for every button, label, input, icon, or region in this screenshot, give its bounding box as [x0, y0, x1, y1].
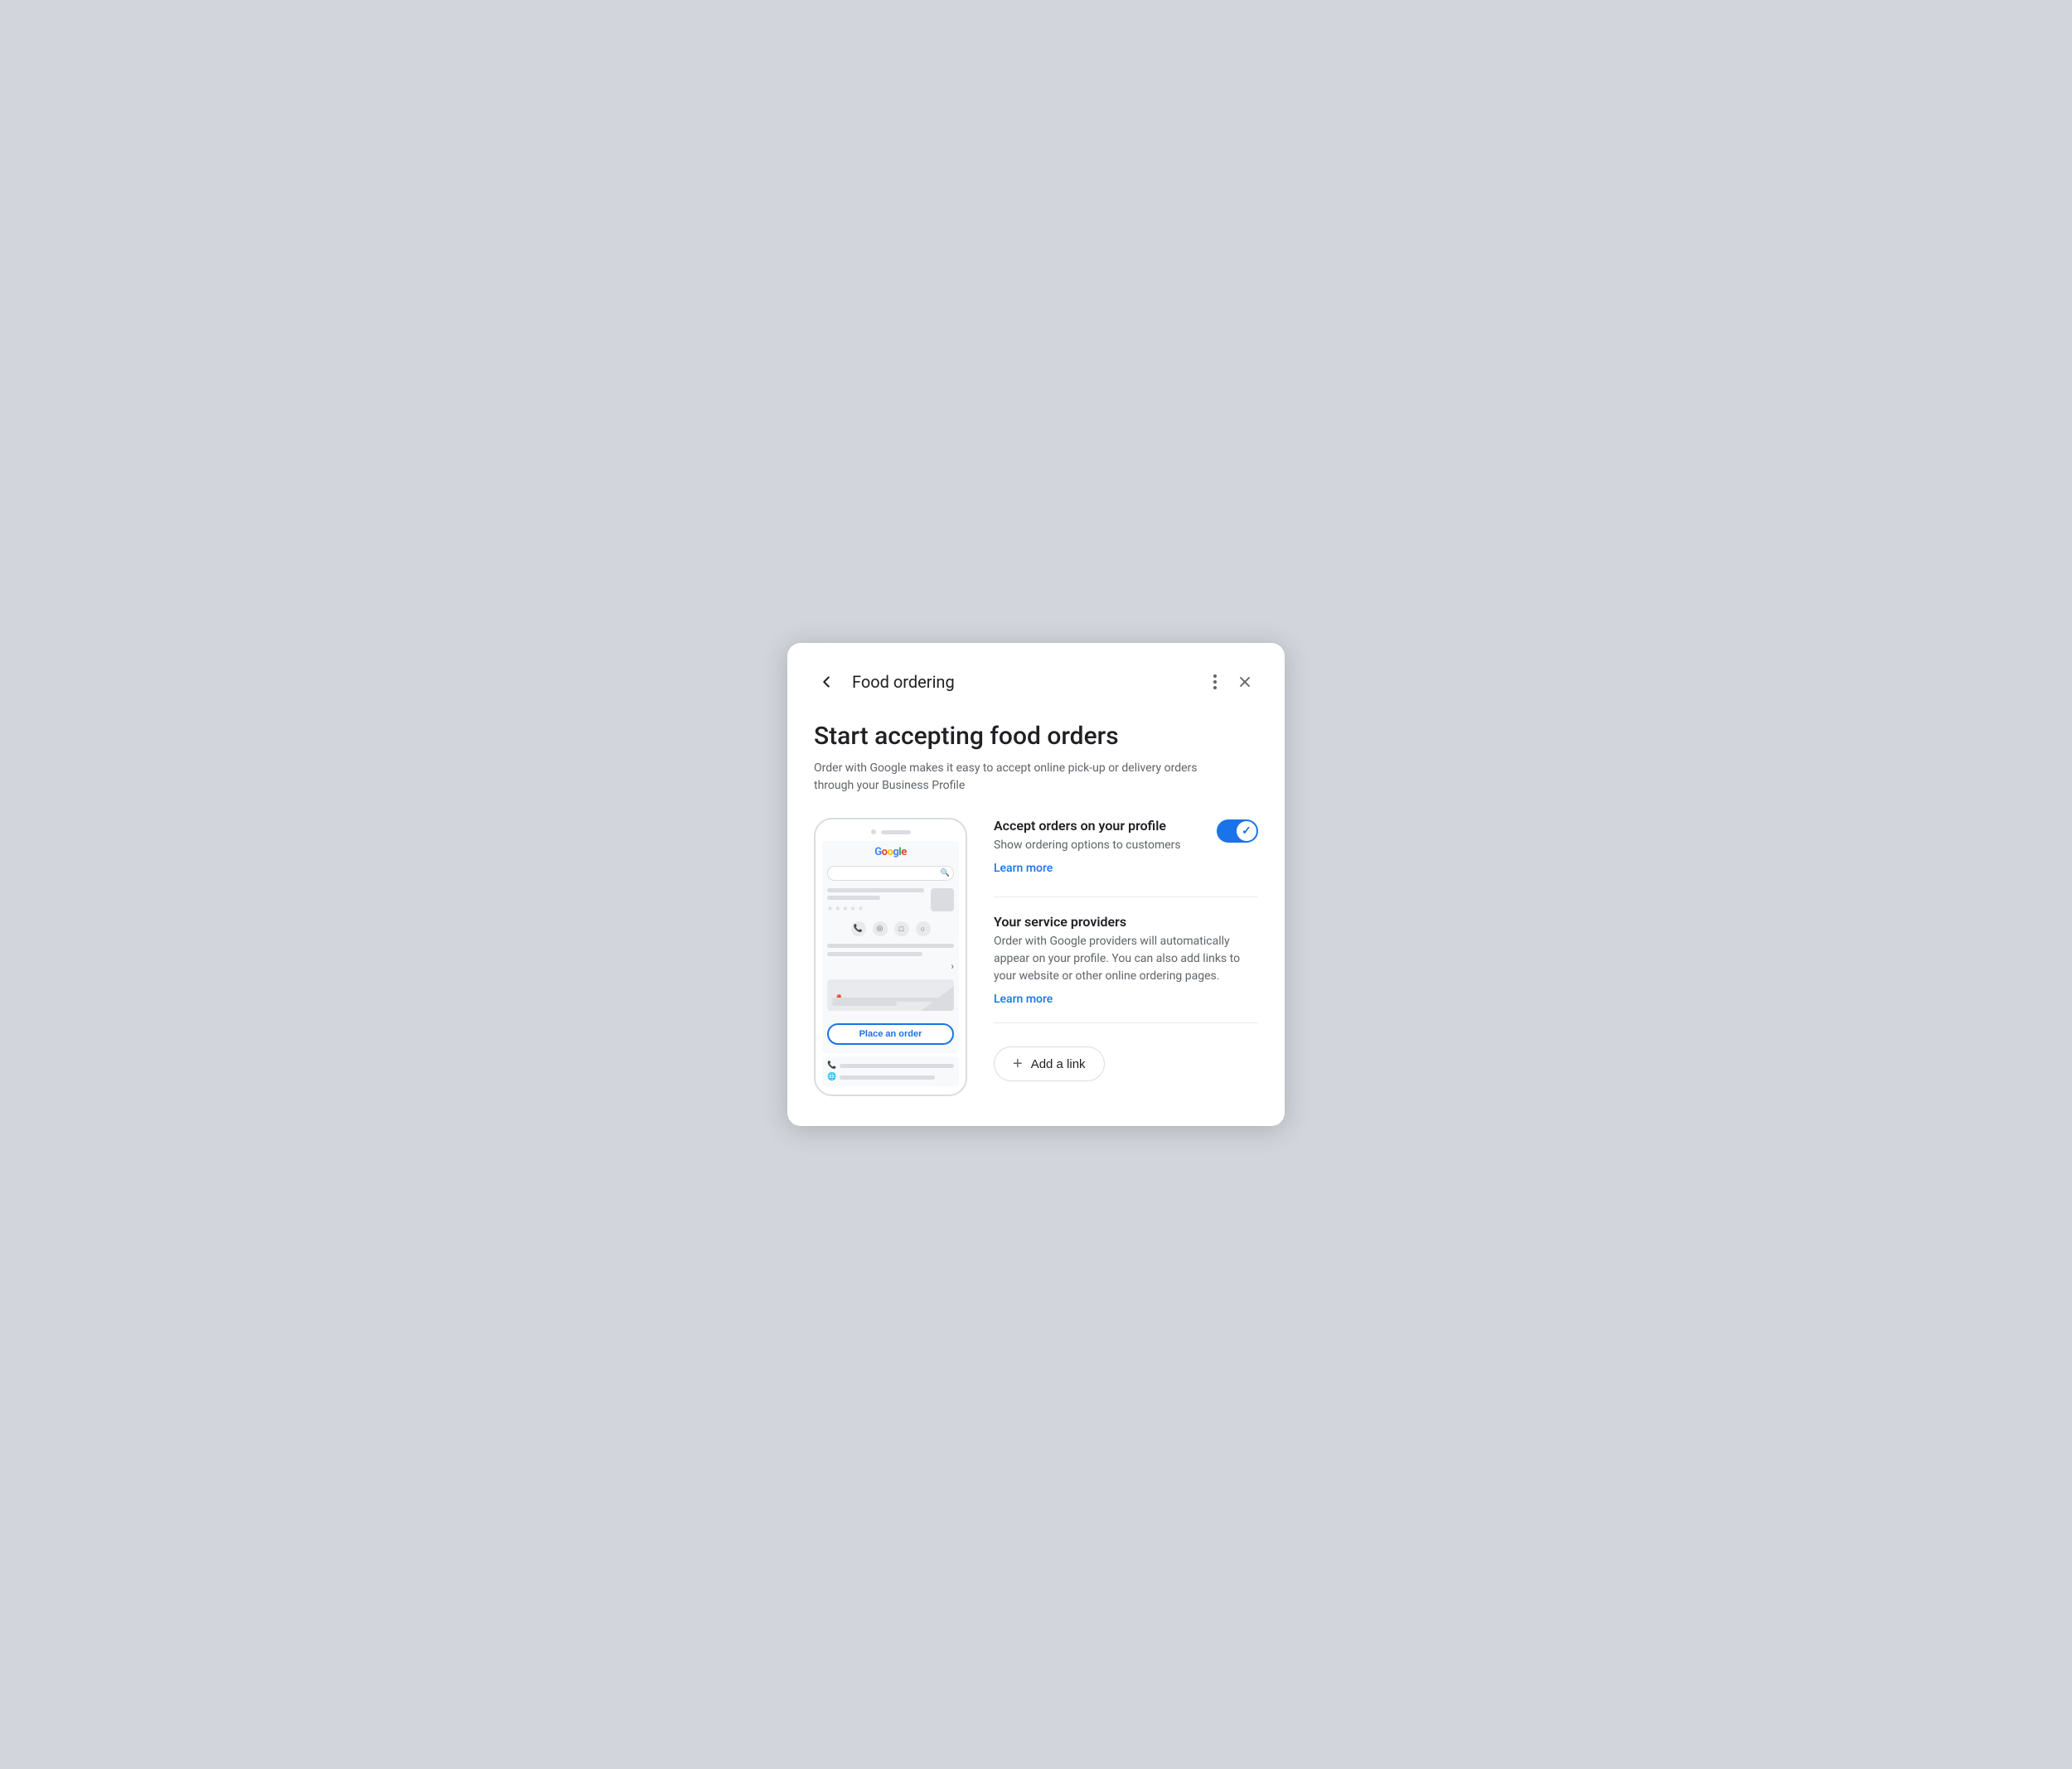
accept-orders-header: Accept orders on your profile Show order…: [994, 818, 1258, 875]
modal-container: Food ordering Start: [787, 643, 1285, 1127]
accept-orders-title: Accept orders on your profile: [994, 818, 1181, 834]
bottom-line-1: [840, 1064, 954, 1068]
hero-subtitle: Order with Google makes it easy to accep…: [814, 760, 1228, 795]
phone-screen: Google 🔍 ★ ★ ★: [822, 841, 959, 1053]
phone-speaker-bar: [881, 830, 911, 834]
add-link-label: Add a link: [1031, 1057, 1086, 1071]
accept-orders-learn-more[interactable]: Learn more: [994, 862, 1053, 875]
content-area: Google 🔍 ★ ★ ★: [814, 818, 1258, 1096]
phone-bottom: 📞 🌐: [822, 1056, 959, 1086]
back-button[interactable]: [814, 669, 839, 694]
phone-search-bar: 🔍: [827, 866, 954, 881]
accept-orders-section: Accept orders on your profile Show order…: [994, 818, 1258, 897]
phone-map-area: 📍: [827, 979, 954, 1011]
right-panel: Accept orders on your profile Show order…: [994, 818, 1258, 1081]
biz-icon: [931, 888, 954, 911]
backdrop: Food ordering Start: [0, 0, 2072, 1769]
place-order-button[interactable]: Place an order: [827, 1023, 954, 1045]
map-line-2: [832, 1002, 897, 1006]
bottom-line-2: [840, 1075, 935, 1080]
close-button[interactable]: [1232, 669, 1258, 695]
phone-dot: [871, 829, 876, 834]
toggle-checkmark: ✓: [1242, 824, 1251, 838]
toggle-knob: ✓: [1237, 821, 1256, 841]
modal-title: Food ordering: [852, 672, 955, 692]
mock-line-2: [827, 896, 880, 900]
google-logo: Google: [874, 846, 906, 858]
chevron-right-icon: ›: [951, 960, 954, 972]
service-providers-desc: Order with Google providers will automat…: [994, 933, 1258, 985]
more-options-button[interactable]: [1205, 666, 1225, 698]
add-link-button[interactable]: + Add a link: [994, 1046, 1105, 1081]
mock-line-1: [827, 888, 924, 892]
accept-orders-desc: Show ordering options to customers: [994, 837, 1181, 854]
plus-icon: +: [1013, 1056, 1023, 1072]
phone-mockup: Google 🔍 ★ ★ ★: [814, 818, 967, 1096]
accept-orders-toggle[interactable]: ✓: [1217, 819, 1258, 843]
mock-line-4: [827, 952, 922, 956]
accept-orders-text: Accept orders on your profile Show order…: [994, 818, 1181, 875]
google-logo-row: Google: [827, 846, 954, 858]
phone-speaker: [871, 829, 911, 834]
action-share-icon: ○: [916, 921, 931, 936]
toggle-container: ✓: [1217, 819, 1258, 843]
mock-line-3: [827, 944, 954, 948]
service-providers-title: Your service providers: [994, 914, 1258, 930]
action-icons-row: 📞 ◎ □ ○: [827, 921, 954, 936]
hero-title: Start accepting food orders: [814, 721, 1258, 752]
stars-row: ★ ★ ★ ★ ★: [827, 905, 924, 912]
more-vert-icon: [1210, 671, 1220, 693]
header-left: Food ordering: [814, 669, 955, 694]
service-providers-section: Your service providers Order with Google…: [994, 914, 1258, 1023]
action-direction-icon: ◎: [873, 921, 888, 936]
action-save-icon: □: [894, 921, 909, 936]
action-phone-icon: 📞: [851, 921, 866, 936]
service-providers-learn-more[interactable]: Learn more: [994, 993, 1053, 1006]
phone-search-icon: 🔍: [941, 869, 950, 877]
modal-header: Food ordering: [814, 666, 1258, 698]
header-right: [1205, 666, 1258, 698]
